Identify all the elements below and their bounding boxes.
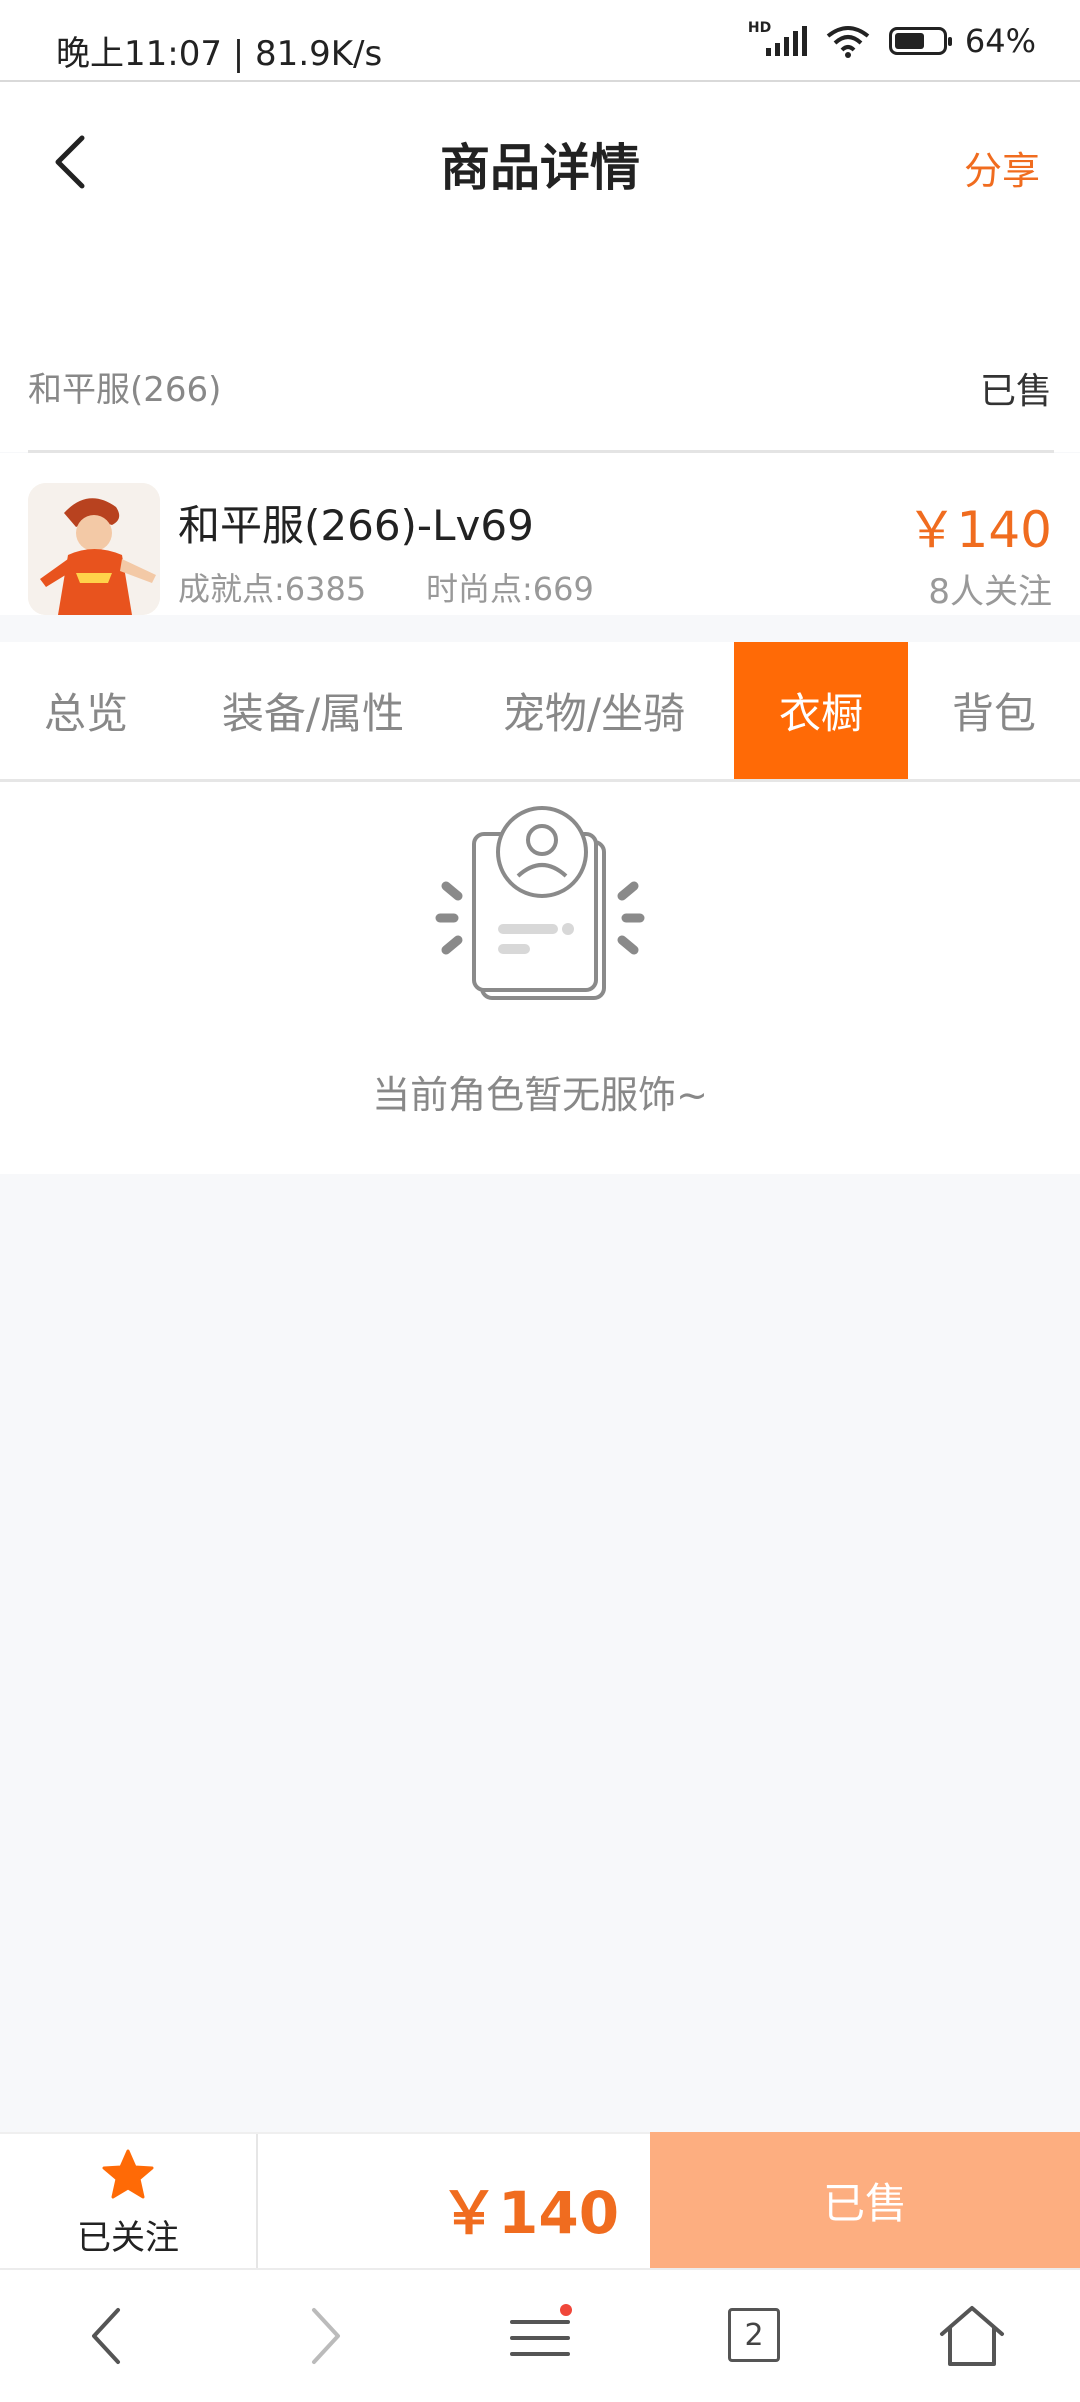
header <box>0 82 1080 322</box>
tabs-icon[interactable]: 2 <box>728 2308 780 2362</box>
fashion-points: 时尚点:669 <box>426 570 594 608</box>
menu-icon[interactable] <box>504 2300 576 2372</box>
server-name: 和平服(266) <box>28 370 222 410</box>
product-title: 和平服(266)-Lv69 <box>178 501 534 550</box>
battery-percent: 64% <box>964 22 1036 60</box>
character-image <box>28 483 160 615</box>
tab-pets[interactable]: 宠物/坐骑 <box>454 642 734 779</box>
share-button[interactable]: 分享 <box>964 140 1040 195</box>
follower-count: 8人关注 <box>928 572 1052 612</box>
page-title: 商品详情 <box>440 139 640 197</box>
home-icon[interactable] <box>936 2300 1008 2372</box>
network-type-label: HD <box>747 20 772 36</box>
achievement-points: 成就点:6385 <box>178 570 367 608</box>
tab-overview[interactable]: 总览 <box>0 642 172 779</box>
listing-status: 已售 <box>979 371 1052 412</box>
star-icon <box>102 2149 154 2199</box>
back-icon[interactable] <box>72 2300 144 2372</box>
follow-label: 已关注 <box>77 2218 179 2258</box>
empty-profile-icon <box>418 806 662 1006</box>
tab-backpack[interactable]: 背包 <box>908 642 1080 779</box>
tab-equipment[interactable]: 装备/属性 <box>172 642 454 779</box>
empty-state-message: 当前角色暂无服饰~ <box>372 1073 708 1117</box>
signal-icon: HD <box>748 20 807 56</box>
status-time-speed: 晚上11:07 | 81.9K/s <box>56 34 383 74</box>
sold-button[interactable]: 已售 <box>650 2132 1080 2268</box>
status-icons: HD 64% <box>748 20 1036 60</box>
product-price: ￥140 <box>906 501 1052 559</box>
battery-level-fill <box>894 33 924 49</box>
character-avatar <box>28 483 160 615</box>
forward-icon[interactable] <box>288 2300 360 2372</box>
wifi-icon <box>826 26 870 58</box>
bottom-price: ￥140 <box>440 2179 620 2247</box>
tab-wardrobe[interactable]: 衣橱 <box>734 642 908 779</box>
battery-icon <box>888 27 952 55</box>
divider <box>256 2134 258 2268</box>
